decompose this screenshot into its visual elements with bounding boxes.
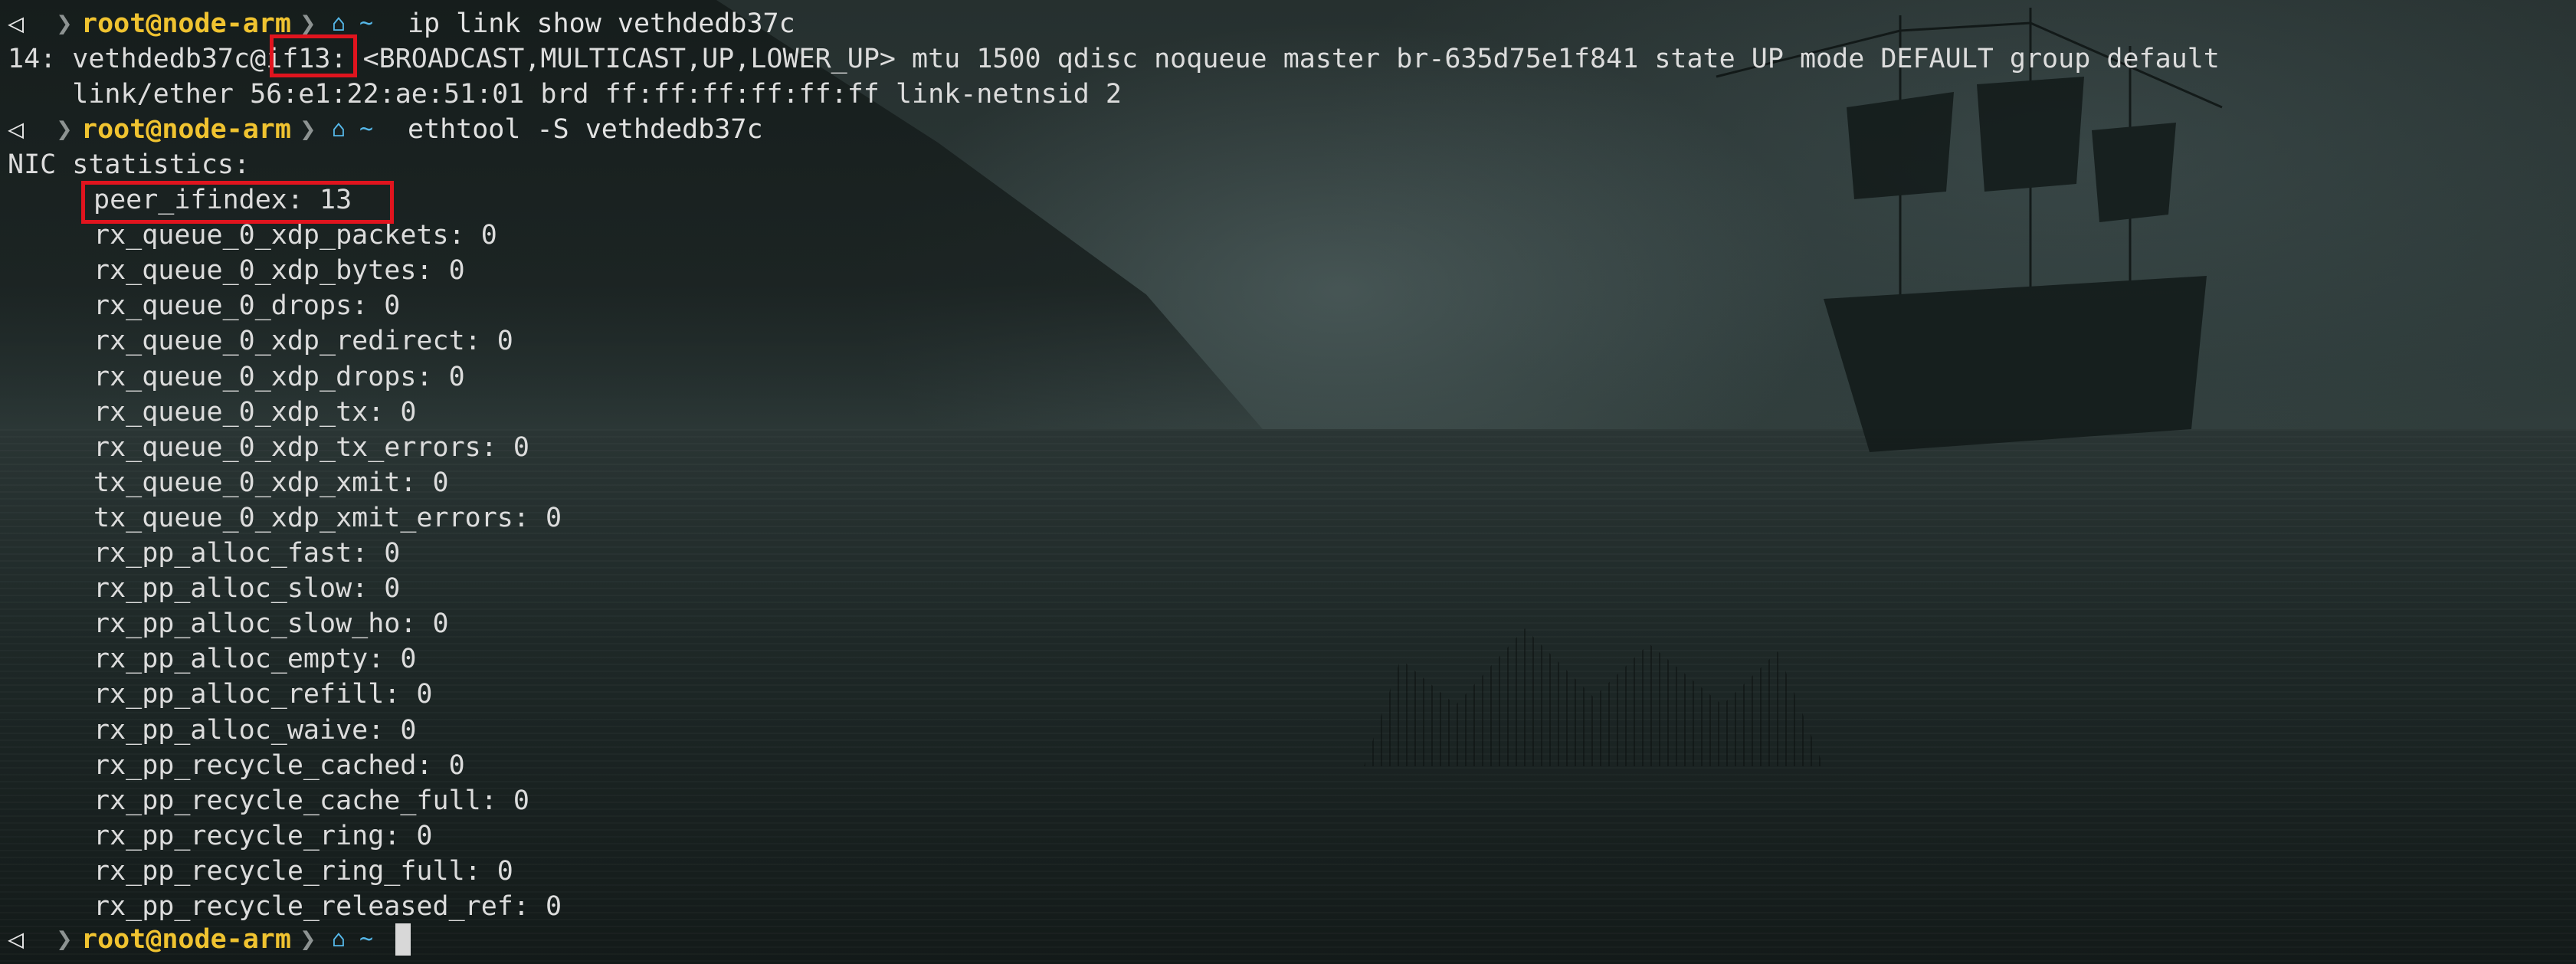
prompt-separator: ❯ (56, 924, 73, 955)
prompt-separator: ❯ (56, 114, 73, 145)
stat-line: rx_pp_alloc_waive: 0 (93, 714, 417, 746)
prompt-user-host: root@node-arm (81, 924, 291, 955)
stat-line: rx_pp_recycle_ring: 0 (93, 820, 433, 851)
prompt-separator: ❯ (300, 924, 316, 955)
prompt-separator: ❯ (56, 8, 73, 39)
stat-line: tx_queue_0_xdp_xmit: 0 (93, 467, 449, 498)
stat-line: tx_queue_0_xdp_xmit_errors: 0 (93, 502, 562, 533)
linux-icon: ◁ (8, 8, 25, 39)
stat-line: rx_queue_0_xdp_tx_errors: 0 (93, 431, 529, 463)
text-cursor[interactable] (395, 923, 411, 956)
stat-line: rx_pp_recycle_ring_full: 0 (93, 855, 513, 887)
stat-line: rx_pp_recycle_cache_full: 0 (93, 785, 529, 816)
ip-output-line-2: link/ether 56:e1:22:ae:51:01 brd ff:ff:f… (8, 79, 1122, 110)
prompt-home-path: ~ (359, 10, 374, 37)
home-icon: ⌂ ~ (331, 116, 374, 143)
stat-line: rx_pp_alloc_refill: 0 (93, 679, 433, 710)
prompt-separator: ❯ (300, 114, 316, 145)
command-text: ethtool -S vethdedb37c (407, 114, 763, 145)
linux-icon: ◁ (8, 114, 25, 145)
ip-output-prefix: 14: vethdedb37c@ (8, 44, 267, 74)
terminal-window[interactable]: ◁ ❯ root@node-arm ❯ ⌂ ~ ip link show vethdedb… (0, 0, 2576, 964)
highlight-box-peer-link (270, 34, 357, 77)
prompt-home-path: ~ (359, 926, 374, 953)
ethtool-header: NIC statistics: (8, 149, 251, 180)
stat-line: rx_pp_alloc_empty: 0 (93, 644, 417, 675)
home-icon: ⌂ ~ (331, 926, 374, 953)
stat-line: rx_pp_alloc_fast: 0 (93, 538, 401, 569)
stat-line: rx_pp_alloc_slow: 0 (93, 573, 401, 605)
stat-line: rx_queue_0_xdp_bytes: 0 (93, 255, 465, 287)
stat-line: rx_queue_0_xdp_redirect: 0 (93, 326, 513, 357)
stat-line: rx_queue_0_xdp_drops: 0 (93, 361, 465, 392)
stat-line: rx_pp_recycle_released_ref: 0 (93, 891, 562, 922)
shell-prompt-2: ◁ ❯ root@node-arm ❯ ⌂ ~ ethtool -S vethdedb37… (8, 112, 763, 147)
prompt-user-host: root@node-arm (81, 8, 291, 39)
prompt-home-path: ~ (359, 116, 374, 143)
ip-output-flags: : <BROADCAST,MULTICAST,UP,LOWER_UP> mtu … (330, 44, 2220, 74)
stat-line: rx_pp_alloc_slow_ho: 0 (93, 608, 449, 640)
shell-prompt-current[interactable]: ◁ ❯ root@node-arm ❯ ⌂ ~ (8, 922, 411, 957)
stat-line: rx_queue_0_drops: 0 (93, 290, 401, 322)
highlight-box-peer-ifindex (81, 181, 394, 224)
stat-line: rx_queue_0_xdp_tx: 0 (93, 396, 417, 428)
shell-prompt-1: ◁ ❯ root@node-arm ❯ ⌂ ~ ip link show vethdedb… (8, 6, 795, 41)
prompt-user-host: root@node-arm (81, 114, 291, 145)
command-text: ip link show vethdedb37c (407, 8, 795, 39)
stat-line: rx_pp_recycle_cached: 0 (93, 749, 465, 781)
linux-icon: ◁ (8, 924, 25, 955)
